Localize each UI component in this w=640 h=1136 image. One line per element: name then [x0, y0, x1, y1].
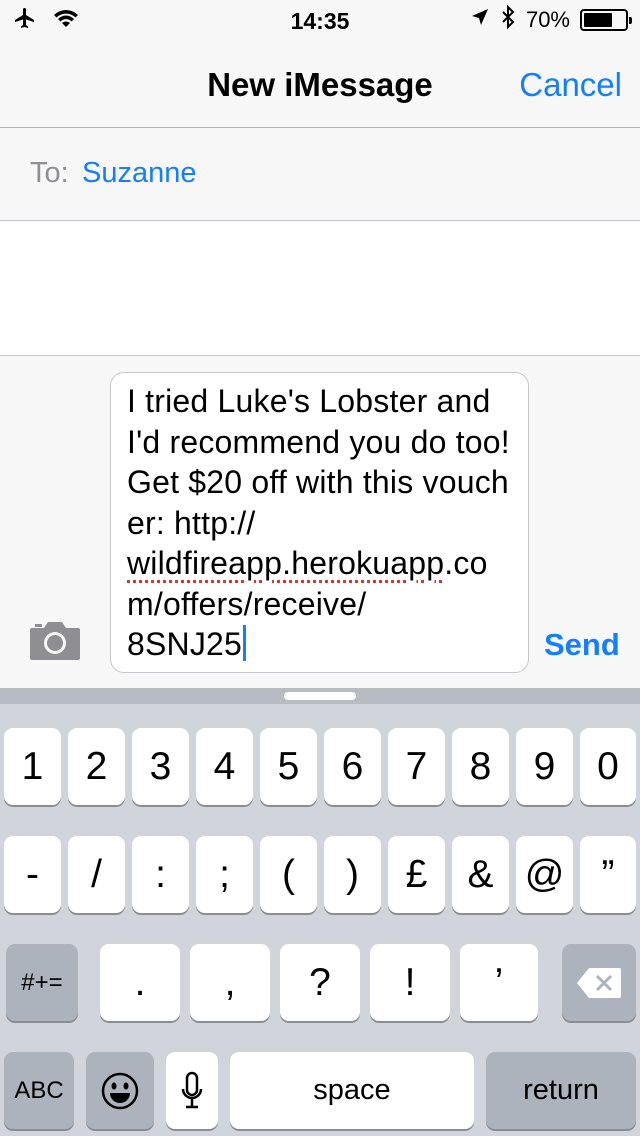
key-3[interactable]: 3 [132, 728, 189, 805]
recipient-token[interactable]: Suzanne [82, 157, 197, 190]
key-period[interactable]: . [100, 944, 180, 1021]
text-caret [243, 625, 247, 661]
status-bar: 14:35 70% [0, 0, 640, 40]
to-label: To: [30, 157, 69, 189]
key-quote[interactable]: ” [580, 836, 636, 913]
battery-percentage: 70% [525, 7, 570, 32]
location-arrow-icon [470, 7, 490, 33]
key-more-symbols[interactable]: #+= [6, 944, 78, 1021]
message-input[interactable]: I tried Luke's Lobster and I'd recommend… [110, 372, 529, 673]
key-open-paren[interactable]: ( [260, 836, 317, 913]
battery-icon [580, 9, 632, 31]
key-apostrophe[interactable]: ’ [460, 944, 538, 1021]
message-text-start: I tried Luke's Lobster and I'd recommend… [127, 383, 510, 541]
key-semicolon[interactable]: ; [196, 836, 253, 913]
key-6[interactable]: 6 [324, 728, 381, 805]
key-close-paren[interactable]: ) [324, 836, 381, 913]
key-ampersand[interactable]: & [452, 836, 509, 913]
key-5[interactable]: 5 [260, 728, 317, 805]
camera-button[interactable] [28, 620, 82, 662]
key-8[interactable]: 8 [452, 728, 509, 805]
send-button[interactable]: Send [544, 627, 620, 663]
key-colon[interactable]: : [132, 836, 189, 913]
message-transcript [0, 222, 640, 356]
key-slash[interactable]: / [68, 836, 125, 913]
bluetooth-icon [500, 4, 516, 35]
microphone-icon [181, 1071, 203, 1108]
keyboard-drag-handle[interactable] [284, 692, 356, 700]
key-2[interactable]: 2 [68, 728, 125, 805]
key-abc[interactable]: ABC [4, 1052, 74, 1129]
message-composer: I tried Luke's Lobster and I'd recommend… [0, 357, 640, 688]
key-at[interactable]: @ [516, 836, 573, 913]
backspace-icon [577, 967, 621, 998]
key-1[interactable]: 1 [4, 728, 61, 805]
delete-key[interactable] [562, 944, 636, 1021]
emoji-key[interactable] [86, 1052, 154, 1129]
space-bar[interactable]: space [230, 1052, 474, 1129]
key-exclamation[interactable]: ! [370, 944, 450, 1021]
key-question[interactable]: ? [280, 944, 360, 1021]
camera-icon [30, 622, 80, 660]
recipient-field[interactable]: To: Suzanne [0, 129, 640, 221]
cancel-button[interactable]: Cancel [519, 66, 622, 104]
emoji-icon [101, 1072, 139, 1109]
misspelled-word[interactable]: wildfireapp.herokuapp [127, 545, 444, 581]
keyboard: 1 2 3 4 5 6 7 8 9 0 - / : ; ( ) £ & @ ” … [0, 688, 640, 1136]
battery-level-fill [584, 13, 612, 27]
key-7[interactable]: 7 [388, 728, 445, 805]
message-text: I tried Luke's Lobster and I'd recommend… [127, 381, 514, 665]
navigation-bar: New iMessage Cancel [0, 40, 640, 128]
dictation-key[interactable] [166, 1052, 218, 1129]
key-hyphen[interactable]: - [4, 836, 61, 913]
key-0[interactable]: 0 [580, 728, 636, 805]
key-4[interactable]: 4 [196, 728, 253, 805]
key-comma[interactable]: , [190, 944, 270, 1021]
key-pound[interactable]: £ [388, 836, 445, 913]
key-9[interactable]: 9 [516, 728, 573, 805]
return-key[interactable]: return [486, 1052, 636, 1129]
